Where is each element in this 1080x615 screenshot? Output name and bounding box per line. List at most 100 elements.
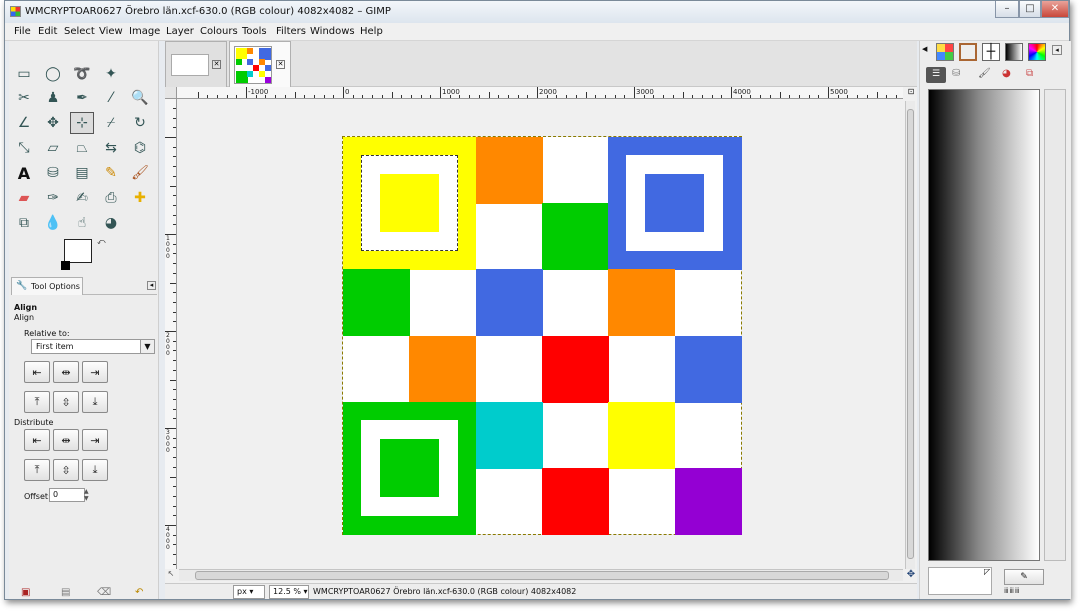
relative-to-select[interactable]: First item ▼ xyxy=(31,339,155,354)
paths-tab-icon[interactable]: ┼ xyxy=(982,43,1000,61)
pencil-icon[interactable]: ✎ xyxy=(99,162,123,184)
gradient-preview[interactable] xyxy=(928,89,1040,561)
cage-transform-icon[interactable]: ⌬ xyxy=(128,137,152,159)
swap-colors-icon[interactable]: ⤺ xyxy=(97,237,106,247)
foreground-color[interactable] xyxy=(64,239,92,263)
measure-icon[interactable]: ∠ xyxy=(12,112,36,134)
heal-icon[interactable]: ✚ xyxy=(128,187,152,209)
zoom-toggle-icon[interactable]: ⊡ xyxy=(905,87,917,99)
menu-edit[interactable]: Edit xyxy=(38,26,57,37)
fg-bg-color-swatch[interactable]: ⤺ xyxy=(61,237,108,273)
rotate-icon[interactable]: ↻ xyxy=(128,112,152,134)
text-tool-icon[interactable]: A xyxy=(12,162,36,184)
close-tab-icon[interactable]: ✕ xyxy=(212,60,221,69)
distribute-bottom-button[interactable]: ⤓ xyxy=(82,459,108,481)
image-canvas[interactable] xyxy=(342,136,742,535)
paintbrush-icon[interactable]: 🖌 xyxy=(128,162,152,184)
ink-icon[interactable]: ✍ xyxy=(70,187,94,209)
align-right-button[interactable]: ⇥ xyxy=(82,361,108,383)
menu-select[interactable]: Select xyxy=(64,26,95,37)
distribute-top-button[interactable]: ⤒ xyxy=(24,459,50,481)
horizontal-scroll-thumb[interactable] xyxy=(195,571,889,580)
vertical-scroll-thumb[interactable] xyxy=(907,109,914,559)
colors-tab-icon[interactable]: ◕ xyxy=(1002,68,1011,79)
color-picker-icon[interactable]: ⁄ xyxy=(99,87,123,109)
unit-select[interactable]: px ▾ xyxy=(233,585,265,599)
bucket-fill-icon[interactable]: ⛁ xyxy=(41,162,65,184)
images-tab-icon[interactable] xyxy=(959,43,977,61)
menu-image[interactable]: Image xyxy=(129,26,160,37)
edit-button[interactable]: ✎ xyxy=(1004,569,1044,585)
align-center-button[interactable]: ⇹ xyxy=(53,361,79,383)
channels-tab-icon[interactable]: ⛁ xyxy=(952,68,960,79)
rect-select-icon[interactable]: ▭ xyxy=(12,63,36,85)
dock-scrollbar[interactable] xyxy=(1044,89,1066,561)
brush-preview[interactable] xyxy=(928,567,992,595)
palettes-tab-icon[interactable] xyxy=(1028,43,1046,61)
patterns-tab-icon[interactable] xyxy=(936,43,954,61)
menu-file[interactable]: File xyxy=(14,26,31,37)
free-select-icon[interactable]: ➰ xyxy=(70,63,94,85)
panel-menu-icon[interactable]: ◂ xyxy=(147,281,156,290)
align-bottom-button[interactable]: ⤓ xyxy=(82,391,108,413)
history-tab-icon[interactable]: ⧉ xyxy=(1026,68,1033,79)
scissors-select-icon[interactable]: ✂ xyxy=(12,87,36,109)
zoom-select[interactable]: 12.5 % ▾ xyxy=(269,585,309,599)
airbrush-icon[interactable]: ✑ xyxy=(41,187,65,209)
align-top-button[interactable]: ⤒ xyxy=(24,391,50,413)
close-tab-icon[interactable]: ✕ xyxy=(276,60,285,69)
align-left-button[interactable]: ⇤ xyxy=(24,361,50,383)
fuzzy-select-icon[interactable]: ✦ xyxy=(99,63,123,85)
align-tool-icon[interactable]: ⊹ xyxy=(70,112,94,134)
distribute-left-button[interactable]: ⇤ xyxy=(24,429,50,451)
delete-options-icon[interactable]: ⌫ xyxy=(97,587,111,598)
offset-spin-icon[interactable]: ▲ ▼ xyxy=(84,488,91,502)
perspective-icon[interactable]: ⏢ xyxy=(70,137,94,159)
ellipse-select-icon[interactable]: ◯ xyxy=(41,63,65,85)
maximize-button[interactable]: □ xyxy=(1019,1,1041,18)
layers-tab-icon[interactable]: ☰ xyxy=(926,67,946,83)
blend-icon[interactable]: ▤ xyxy=(70,162,94,184)
shear-icon[interactable]: ▱ xyxy=(41,137,65,159)
scale-icon[interactable]: ⤡ xyxy=(12,137,36,159)
brush-tab-icon[interactable]: 🖌 xyxy=(978,68,991,79)
horizontal-ruler[interactable]: -1000 0 1000 2000 3000 4000 5000 xyxy=(177,87,903,99)
menu-help[interactable]: Help xyxy=(360,26,383,37)
menu-filters[interactable]: Filters xyxy=(276,26,306,37)
restore-options-icon[interactable]: ▤ xyxy=(61,587,70,598)
menu-view[interactable]: View xyxy=(99,26,123,37)
offset-input[interactable]: 0 xyxy=(49,488,85,502)
navigate-icon[interactable]: ✥ xyxy=(905,569,917,581)
smudge-icon[interactable]: ☝ xyxy=(70,212,94,234)
blur-icon[interactable]: 💧 xyxy=(41,212,65,234)
eraser-icon[interactable]: ▰ xyxy=(12,187,36,209)
menu-tools[interactable]: Tools xyxy=(242,26,267,37)
quick-mask-corner[interactable] xyxy=(165,87,177,99)
flip-icon[interactable]: ⇆ xyxy=(99,137,123,159)
minimize-button[interactable]: – xyxy=(995,1,1019,18)
image-tab-blank[interactable]: ✕ xyxy=(165,41,227,87)
align-middle-button[interactable]: ⇳ xyxy=(53,391,79,413)
dock-menu-icon[interactable]: ◂ xyxy=(1052,45,1062,55)
clone-icon[interactable]: ⎙ xyxy=(99,187,123,209)
image-tab-active[interactable]: ✕ xyxy=(229,41,291,87)
menu-layer[interactable]: Layer xyxy=(166,26,194,37)
distribute-middle-button[interactable]: ⇳ xyxy=(53,459,79,481)
menu-windows[interactable]: Windows xyxy=(310,26,355,37)
vertical-scrollbar[interactable] xyxy=(905,101,915,569)
zoom-icon[interactable]: 🔍 xyxy=(128,87,152,109)
reset-options-icon[interactable]: ↶ xyxy=(135,587,143,598)
brush-corner-icon[interactable]: ◸ xyxy=(984,567,990,576)
canvas-area[interactable]: -1000 0 1000 2000 3000 4000 5000 ⊡ 1 0 0 0 2 0 … xyxy=(165,87,917,583)
menu-colours[interactable]: Colours xyxy=(200,26,238,37)
foreground-select-icon[interactable]: ♟ xyxy=(41,87,65,109)
vertical-ruler[interactable]: 1 0 0 0 2 0 0 0 3 0 0 0 4 0 0 0 xyxy=(165,99,177,569)
perspective-clone-icon[interactable]: ⧉ xyxy=(12,212,36,234)
pointer-icon[interactable]: ↖ xyxy=(165,569,177,581)
title-bar[interactable]: WMCRYPTOAR0627 Örebro län.xcf-630.0 (RGB… xyxy=(5,1,1069,23)
chevron-down-icon[interactable]: ▼ xyxy=(140,340,154,353)
default-colors-icon[interactable] xyxy=(61,261,70,270)
close-button[interactable]: ✕ xyxy=(1041,1,1069,18)
paths-icon[interactable]: ✒ xyxy=(70,87,94,109)
gradients-tab-icon[interactable] xyxy=(1005,43,1023,61)
